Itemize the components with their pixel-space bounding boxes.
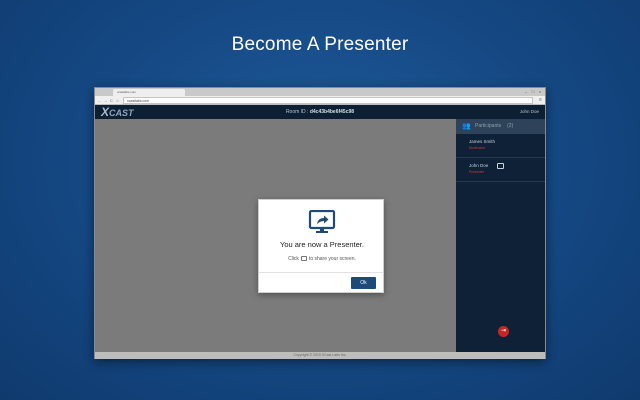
app-viewport: XCAST LABS Room ID : d4c43b4be6f45c98 Jo… (95, 105, 545, 359)
browser-window: xcastlabs.com – □ × ← → C ⌂ xcastlabs.co… (94, 87, 546, 359)
browser-addressbar: ← → C ⌂ xcastlabs.com ≡ (95, 96, 545, 105)
participants-label: Participants (475, 123, 502, 129)
room-id: Room ID : d4c43b4be6f45c98 (95, 105, 545, 119)
home-icon[interactable]: ⌂ (115, 98, 120, 103)
page-headline: Become A Presenter (231, 34, 409, 55)
participants-panel: 👥 Participants (2) James Smith Moderator … (456, 119, 545, 352)
participants-count: (2) (507, 123, 514, 129)
ok-button[interactable]: Ok (351, 277, 376, 289)
participant-role: Moderator (469, 146, 485, 150)
participant-item[interactable]: John Doe Presenter (456, 158, 545, 182)
participant-item[interactable]: James Smith Moderator (456, 134, 545, 158)
participant-name: John Doe (469, 163, 489, 168)
room-id-label: Room ID : (285, 109, 309, 115)
dialog-message: Click to share your screen. (288, 256, 356, 262)
participants-header[interactable]: 👥 Participants (2) (456, 119, 545, 134)
participant-role: Presenter (469, 170, 485, 174)
reload-icon[interactable]: C (109, 98, 114, 103)
presenting-screen-icon (497, 163, 504, 169)
share-screen-icon (308, 210, 336, 233)
maximize-icon[interactable]: □ (530, 89, 536, 94)
presenter-dialog: You are now a Presenter. Click to share y… (258, 199, 384, 293)
url-input[interactable]: xcastlabs.com (123, 97, 533, 104)
room-id-value: d4c43b4be6f45c98 (309, 109, 355, 115)
dialog-divider (259, 272, 383, 273)
video-stage: › You are now a Presenter. Clickto share… (95, 119, 459, 352)
browser-tabbar: xcastlabs.com – □ × (95, 88, 545, 96)
app-topbar: XCAST LABS Room ID : d4c43b4be6f45c98 Jo… (95, 105, 545, 122)
browser-menu-icon[interactable]: ≡ (538, 97, 543, 104)
forward-icon[interactable]: → (103, 98, 108, 103)
close-icon[interactable]: × (537, 89, 543, 94)
dialog-title: You are now a Presenter. (280, 240, 364, 249)
app-footer: Copyright © 2015 XCast Labs Inc. (95, 352, 545, 359)
screen-share-inline-icon (300, 256, 307, 261)
browser-tab[interactable]: xcastlabs.com (113, 89, 185, 96)
leave-room-button[interactable]: ⇥ (498, 326, 509, 337)
minimize-icon[interactable]: – (523, 89, 529, 94)
current-user[interactable]: John Doe (520, 105, 539, 119)
participants-icon: 👥 (462, 123, 471, 130)
participant-name: James Smith (469, 139, 496, 144)
back-icon[interactable]: ← (97, 98, 102, 103)
